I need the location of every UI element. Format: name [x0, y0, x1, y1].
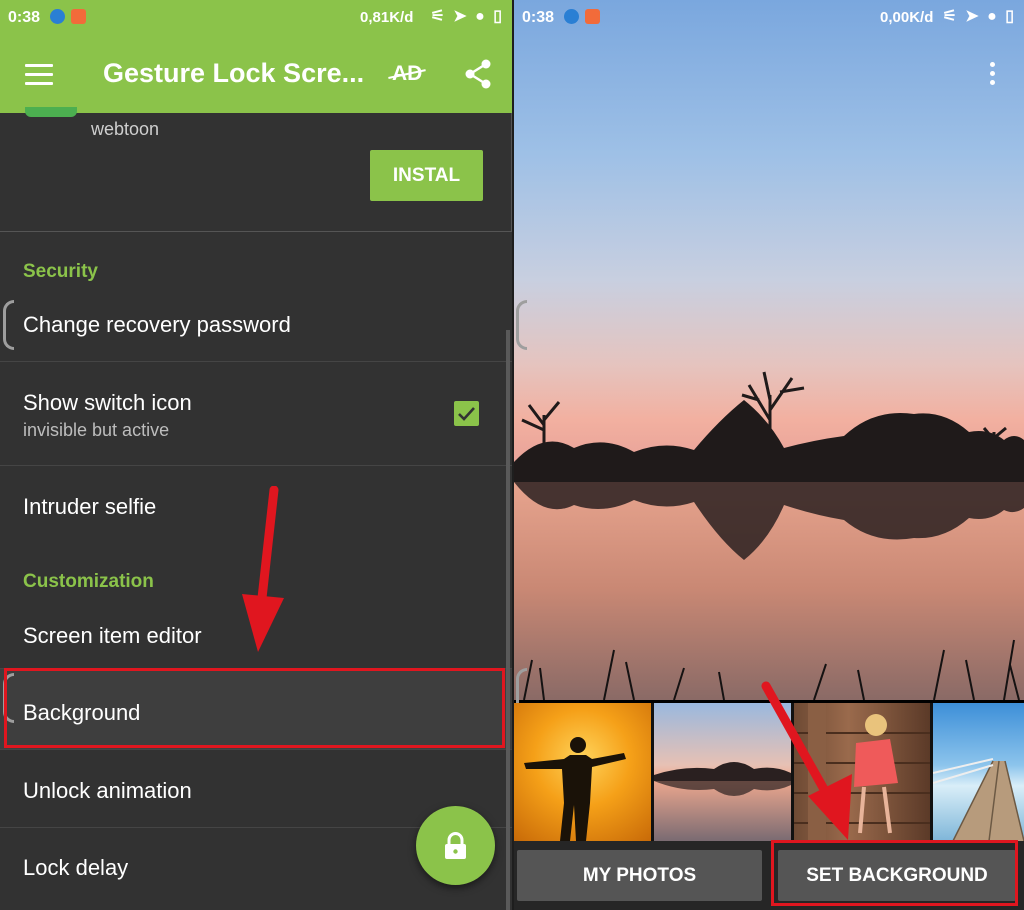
app-notification-icon: [71, 9, 86, 24]
ad-description: webtoon: [91, 119, 160, 139]
background-picker-screen: 0:38 0,00K/d ⚟ ➤ ● ▯ MY PHOTOS SET BACKG…: [514, 0, 1024, 910]
ad-off-icon[interactable]: AD: [392, 62, 422, 86]
setting-label: Unlock animation: [23, 778, 192, 803]
wallpaper-preview: [514, 0, 1024, 700]
status-time: 0:38: [522, 9, 555, 26]
status-icons: ⚟ ➤ ● ▯: [942, 8, 1016, 25]
lock-icon: [445, 832, 466, 859]
install-button[interactable]: INSTAL: [370, 150, 483, 201]
show-switch-checkbox[interactable]: [454, 401, 479, 426]
settings-screen: 0:38 0,81K/d ⚟ ➤ ● ▯ Gesture Lock Scre..…: [0, 0, 512, 910]
my-photos-button[interactable]: MY PHOTOS: [517, 850, 762, 901]
section-security: Security: [23, 261, 98, 282]
app-notification-icon: [585, 9, 600, 24]
app-bar: 0:38 0,81K/d ⚟ ➤ ● ▯ Gesture Lock Scre..…: [0, 0, 512, 113]
setting-label: Lock delay: [23, 855, 129, 880]
status-bar: 0:38 0,81K/d ⚟ ➤ ● ▯: [0, 0, 512, 36]
scrollbar[interactable]: [506, 330, 510, 910]
share-icon[interactable]: [462, 58, 494, 90]
browser-notification-icon: [564, 9, 579, 24]
check-icon: [458, 407, 475, 421]
highlight-box: [771, 840, 1018, 906]
edge-handle[interactable]: [3, 300, 14, 350]
red-arrow-icon: [761, 681, 852, 840]
red-arrow-icon: [242, 486, 284, 652]
menu-icon[interactable]: [25, 64, 53, 86]
status-icons: ⚟ ➤ ● ▯: [430, 8, 504, 25]
ad-app-logo: [25, 107, 77, 117]
overflow-menu-icon[interactable]: [990, 62, 996, 89]
setting-label: Intruder selfie: [23, 494, 157, 519]
pier-thumb-scene: [933, 758, 1024, 841]
status-bar: 0:38 0,00K/d ⚟ ➤ ● ▯: [514, 0, 1024, 36]
silhouette-figure: [524, 737, 626, 841]
section-customization: Customization: [23, 571, 154, 592]
network-speed: 0,81K/d: [360, 9, 414, 26]
thumbnail-silhouette-sunset[interactable]: [514, 703, 651, 841]
setting-change-recovery-password[interactable]: Change recovery password: [0, 290, 512, 362]
browser-notification-icon: [50, 9, 65, 24]
lock-fab-button[interactable]: [416, 806, 495, 885]
highlight-box: [4, 668, 505, 748]
setting-sublabel: invisible but active: [23, 420, 170, 440]
lake-scene: [514, 371, 1024, 700]
setting-label: Change recovery password: [23, 312, 291, 337]
ad-card: webtoon INSTAL: [0, 107, 512, 232]
edge-handle[interactable]: [516, 300, 527, 350]
status-time: 0:38: [8, 9, 41, 26]
setting-label: Show switch icon: [23, 390, 192, 415]
setting-show-switch-icon[interactable]: Show switch icon invisible but active: [0, 362, 512, 466]
thumbnail-wooden-pier[interactable]: [933, 703, 1024, 841]
app-title: Gesture Lock Scre...: [103, 58, 365, 88]
setting-label: Screen item editor: [23, 623, 202, 648]
network-speed: 0,00K/d: [880, 9, 934, 26]
